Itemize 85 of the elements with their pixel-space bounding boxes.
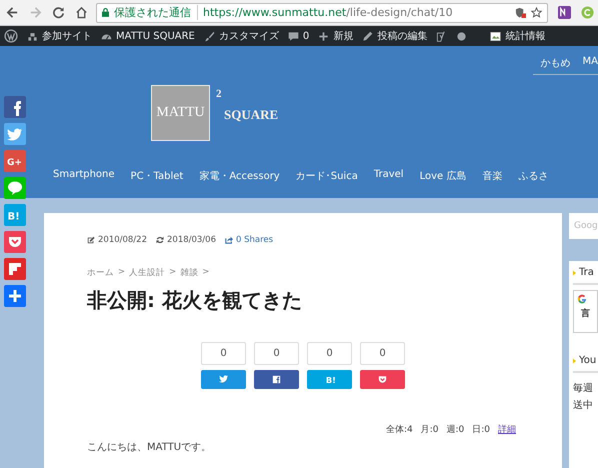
breadcrumb-link[interactable]: 雑談: [180, 267, 198, 279]
body-text: こんにちは、MATTUです。: [87, 441, 212, 454]
caret-icon: [573, 358, 576, 364]
nav-link[interactable]: カード･Suica: [296, 169, 358, 183]
reload-icon[interactable]: [52, 6, 65, 19]
pocket-icon[interactable]: [4, 231, 26, 253]
breadcrumb-separator: >: [202, 267, 210, 279]
lock-icon: [102, 8, 109, 17]
g-logo-icon: [577, 294, 587, 304]
pocket-icon: [377, 374, 388, 385]
b-mark-icon[interactable]: B!: [4, 204, 26, 226]
logo-box: MATTU: [151, 85, 210, 141]
url-text: https://www.sunmattu.net/life-design/chat/10: [203, 6, 454, 19]
home-icon[interactable]: [75, 6, 88, 19]
secure-label: 保護された通信: [114, 5, 198, 20]
share-count[interactable]: 0 Shares: [225, 235, 274, 245]
site-logo[interactable]: MATTU 2 SQUARE: [151, 85, 291, 141]
brush-icon[interactable]: [204, 30, 215, 42]
nav-link[interactable]: 家電・Accessory: [199, 169, 280, 183]
plus-icon[interactable]: [4, 285, 26, 307]
share-count-bubble: 0: [307, 342, 352, 365]
share-count-bubble: 0: [201, 342, 246, 365]
logo-name: SQUARE: [224, 107, 278, 123]
admin-bar-item[interactable]: MATTU SQUARE: [101, 30, 195, 42]
article-title: 非公開: 花火を観てきた: [87, 287, 303, 314]
refresh-icon: [156, 236, 164, 244]
widget-title: Tra: [579, 267, 594, 278]
address-bar[interactable]: 保護された通信 https://www.sunmattu.net/life-design/chat/10: [96, 2, 548, 22]
nav-link[interactable]: PC・Tablet: [130, 169, 184, 183]
widget-text: 送中: [573, 398, 594, 412]
plus-icon[interactable]: [318, 30, 330, 42]
star-icon[interactable]: [531, 7, 542, 18]
edit-icon: [87, 236, 95, 244]
notebook-icon[interactable]: [558, 6, 571, 19]
logo-superscript: 2: [216, 88, 222, 100]
view-count: 週:0: [446, 424, 464, 436]
b-mark-icon: B!: [324, 374, 335, 385]
share-button[interactable]: B!: [307, 370, 352, 389]
speech-bubble-icon[interactable]: [288, 30, 299, 42]
g-plus-icon[interactable]: G+: [4, 150, 26, 172]
breadcrumb-separator: >: [118, 267, 126, 279]
nav-link[interactable]: Travel: [374, 169, 404, 183]
breadcrumb-separator: >: [169, 267, 176, 279]
pencil-icon[interactable]: [362, 30, 374, 42]
details-link[interactable]: 詳細: [498, 423, 516, 436]
admin-bar-item[interactable]: 0: [288, 30, 310, 42]
admin-bar-item[interactable]: 投稿の編集: [362, 29, 428, 43]
admin-bar-item[interactable]: カスタマイズ: [204, 29, 279, 43]
admin-bar-item[interactable]: 統計情報: [490, 29, 546, 43]
nav-link[interactable]: Love 広島: [420, 169, 466, 183]
admin-bar-item[interactable]: 新規: [318, 29, 354, 43]
nav-link[interactable]: ふるさ: [518, 169, 548, 183]
facebook-icon: [271, 374, 282, 385]
translate-box[interactable]: 言: [573, 290, 598, 333]
y-logo-icon[interactable]: [436, 30, 448, 42]
buildings-icon[interactable]: [27, 30, 38, 42]
back-icon[interactable]: [6, 6, 19, 19]
top-menu-link[interactable]: MA: [582, 56, 598, 70]
view-count: 日:0: [472, 424, 490, 436]
status-dot-icon[interactable]: [456, 30, 468, 42]
view-count: 月:0: [420, 424, 438, 436]
language-label: 言: [581, 307, 591, 320]
wordpress-logo-icon[interactable]: [4, 29, 18, 43]
nav-link[interactable]: Smartphone: [53, 169, 115, 183]
share-count-bubble: 0: [254, 342, 299, 365]
nav-link[interactable]: 音楽: [482, 169, 502, 183]
update-date: 2018/03/06: [156, 235, 216, 245]
share-button[interactable]: [360, 370, 405, 389]
admin-bar-item[interactable]: 参加サイト: [27, 29, 92, 43]
caret-icon: [573, 270, 576, 276]
post-date: 2010/08/22: [87, 235, 147, 245]
breadcrumb-link[interactable]: ホーム: [87, 267, 114, 279]
facebook-icon[interactable]: [4, 96, 26, 118]
shield-icon[interactable]: [515, 7, 526, 18]
bird-icon: [218, 374, 229, 385]
share-icon: [225, 236, 233, 244]
widget-title: You: [579, 355, 596, 366]
share-button[interactable]: [254, 370, 299, 389]
widget-text: 毎週: [573, 382, 594, 395]
flip-mark-icon[interactable]: [4, 258, 26, 280]
top-menu-link[interactable]: かもめ: [540, 56, 571, 70]
share-count-bubble: 0: [360, 342, 405, 365]
share-button[interactable]: [201, 370, 246, 389]
view-count: 全体:4: [386, 424, 413, 436]
breadcrumb-link[interactable]: 人生設計: [129, 267, 166, 279]
